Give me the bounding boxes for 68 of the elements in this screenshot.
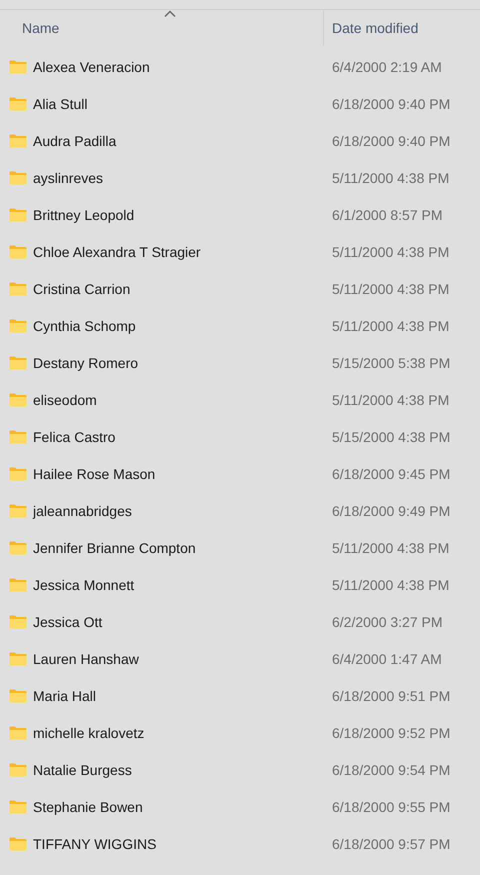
folder-icon xyxy=(9,762,27,776)
folder-icon xyxy=(9,652,27,666)
date-modified: 5/11/2000 4:38 PM xyxy=(332,392,450,408)
file-name[interactable]: ayslinreves xyxy=(33,170,104,186)
file-name[interactable]: Chloe Alexandra T Stragier xyxy=(33,244,201,260)
file-name[interactable]: Stephanie Bowen xyxy=(33,798,143,814)
file-name[interactable]: Jessica Ott xyxy=(33,614,102,630)
folder-icon xyxy=(9,836,27,850)
date-modified: 6/18/2000 9:49 PM xyxy=(332,502,450,518)
file-name[interactable]: Alia Stull xyxy=(33,96,88,112)
file-name[interactable]: Brittney Leopold xyxy=(33,206,134,222)
folder-icon xyxy=(9,614,27,628)
date-modified: 6/18/2000 9:57 PM xyxy=(332,836,450,852)
folder-icon xyxy=(9,208,27,222)
folder-icon xyxy=(9,430,27,444)
file-name[interactable]: jaleannabridges xyxy=(33,502,132,518)
column-header[interactable]: Date modified xyxy=(332,20,418,36)
folder-icon xyxy=(9,540,27,554)
date-modified: 5/15/2000 5:38 PM xyxy=(332,354,450,370)
folder-icon xyxy=(9,726,27,740)
folder-icon xyxy=(9,170,27,184)
date-modified: 6/1/2000 8:57 PM xyxy=(332,206,443,222)
date-modified: 5/11/2000 4:38 PM xyxy=(332,170,450,186)
folder-icon xyxy=(9,96,27,110)
file-name[interactable]: Jessica Monnett xyxy=(33,576,134,592)
date-modified: 6/18/2000 9:45 PM xyxy=(332,466,450,482)
folder-icon xyxy=(9,688,27,702)
date-modified: 5/15/2000 4:38 PM xyxy=(332,428,450,444)
folder-icon xyxy=(9,466,27,480)
folder-icon xyxy=(9,60,27,74)
date-modified: 6/4/2000 1:47 AM xyxy=(332,650,442,666)
date-modified: 5/11/2000 4:38 PM xyxy=(332,318,450,334)
file-name[interactable]: Lauren Hanshaw xyxy=(33,650,139,666)
file-name[interactable]: Cristina Carrion xyxy=(33,280,130,296)
file-name[interactable]: Felica Castro xyxy=(33,428,116,444)
folder-icon xyxy=(9,244,27,258)
column-header[interactable]: Name xyxy=(22,20,60,36)
file-name[interactable]: Maria Hall xyxy=(33,688,96,704)
folder-icon xyxy=(9,134,27,148)
date-modified: 6/18/2000 9:40 PM xyxy=(332,96,450,112)
folder-icon xyxy=(9,504,27,518)
file-name[interactable]: Hailee Rose Mason xyxy=(33,466,156,482)
date-modified: 6/4/2000 2:19 AM xyxy=(332,58,442,74)
date-modified: 5/11/2000 4:38 PM xyxy=(332,540,450,556)
file-name[interactable]: TIFFANY WIGGINS xyxy=(33,836,156,852)
folder-icon xyxy=(9,800,27,814)
folder-icon xyxy=(9,318,27,332)
date-modified: 5/11/2000 4:38 PM xyxy=(332,244,450,260)
date-modified: 6/2/2000 3:27 PM xyxy=(332,614,443,630)
folder-icon xyxy=(9,282,27,296)
date-modified: 5/11/2000 4:38 PM xyxy=(332,280,450,296)
file-name[interactable]: Cynthia Schomp xyxy=(33,318,136,334)
file-name[interactable]: Destany Romero xyxy=(33,354,138,370)
file-name[interactable]: Audra Padilla xyxy=(33,132,116,148)
file-name[interactable]: Natalie Burgess xyxy=(33,762,132,778)
date-modified: 6/18/2000 9:54 PM xyxy=(332,762,450,778)
file-name[interactable]: Alexea Veneracion xyxy=(33,58,150,74)
date-modified: 6/18/2000 9:40 PM xyxy=(332,132,450,148)
file-name[interactable]: michelle kralovetz xyxy=(33,724,144,740)
folder-icon xyxy=(9,578,27,592)
date-modified: 6/18/2000 9:52 PM xyxy=(332,724,450,740)
file-name[interactable]: eliseodom xyxy=(33,392,97,408)
folder-icon xyxy=(9,356,27,370)
date-modified: 6/18/2000 9:55 PM xyxy=(332,798,450,814)
folder-icon xyxy=(9,392,27,406)
date-modified: 5/11/2000 4:38 PM xyxy=(332,576,450,592)
file-name[interactable]: Jennifer Brianne Compton xyxy=(33,540,196,556)
date-modified: 6/18/2000 9:51 PM xyxy=(332,688,450,704)
